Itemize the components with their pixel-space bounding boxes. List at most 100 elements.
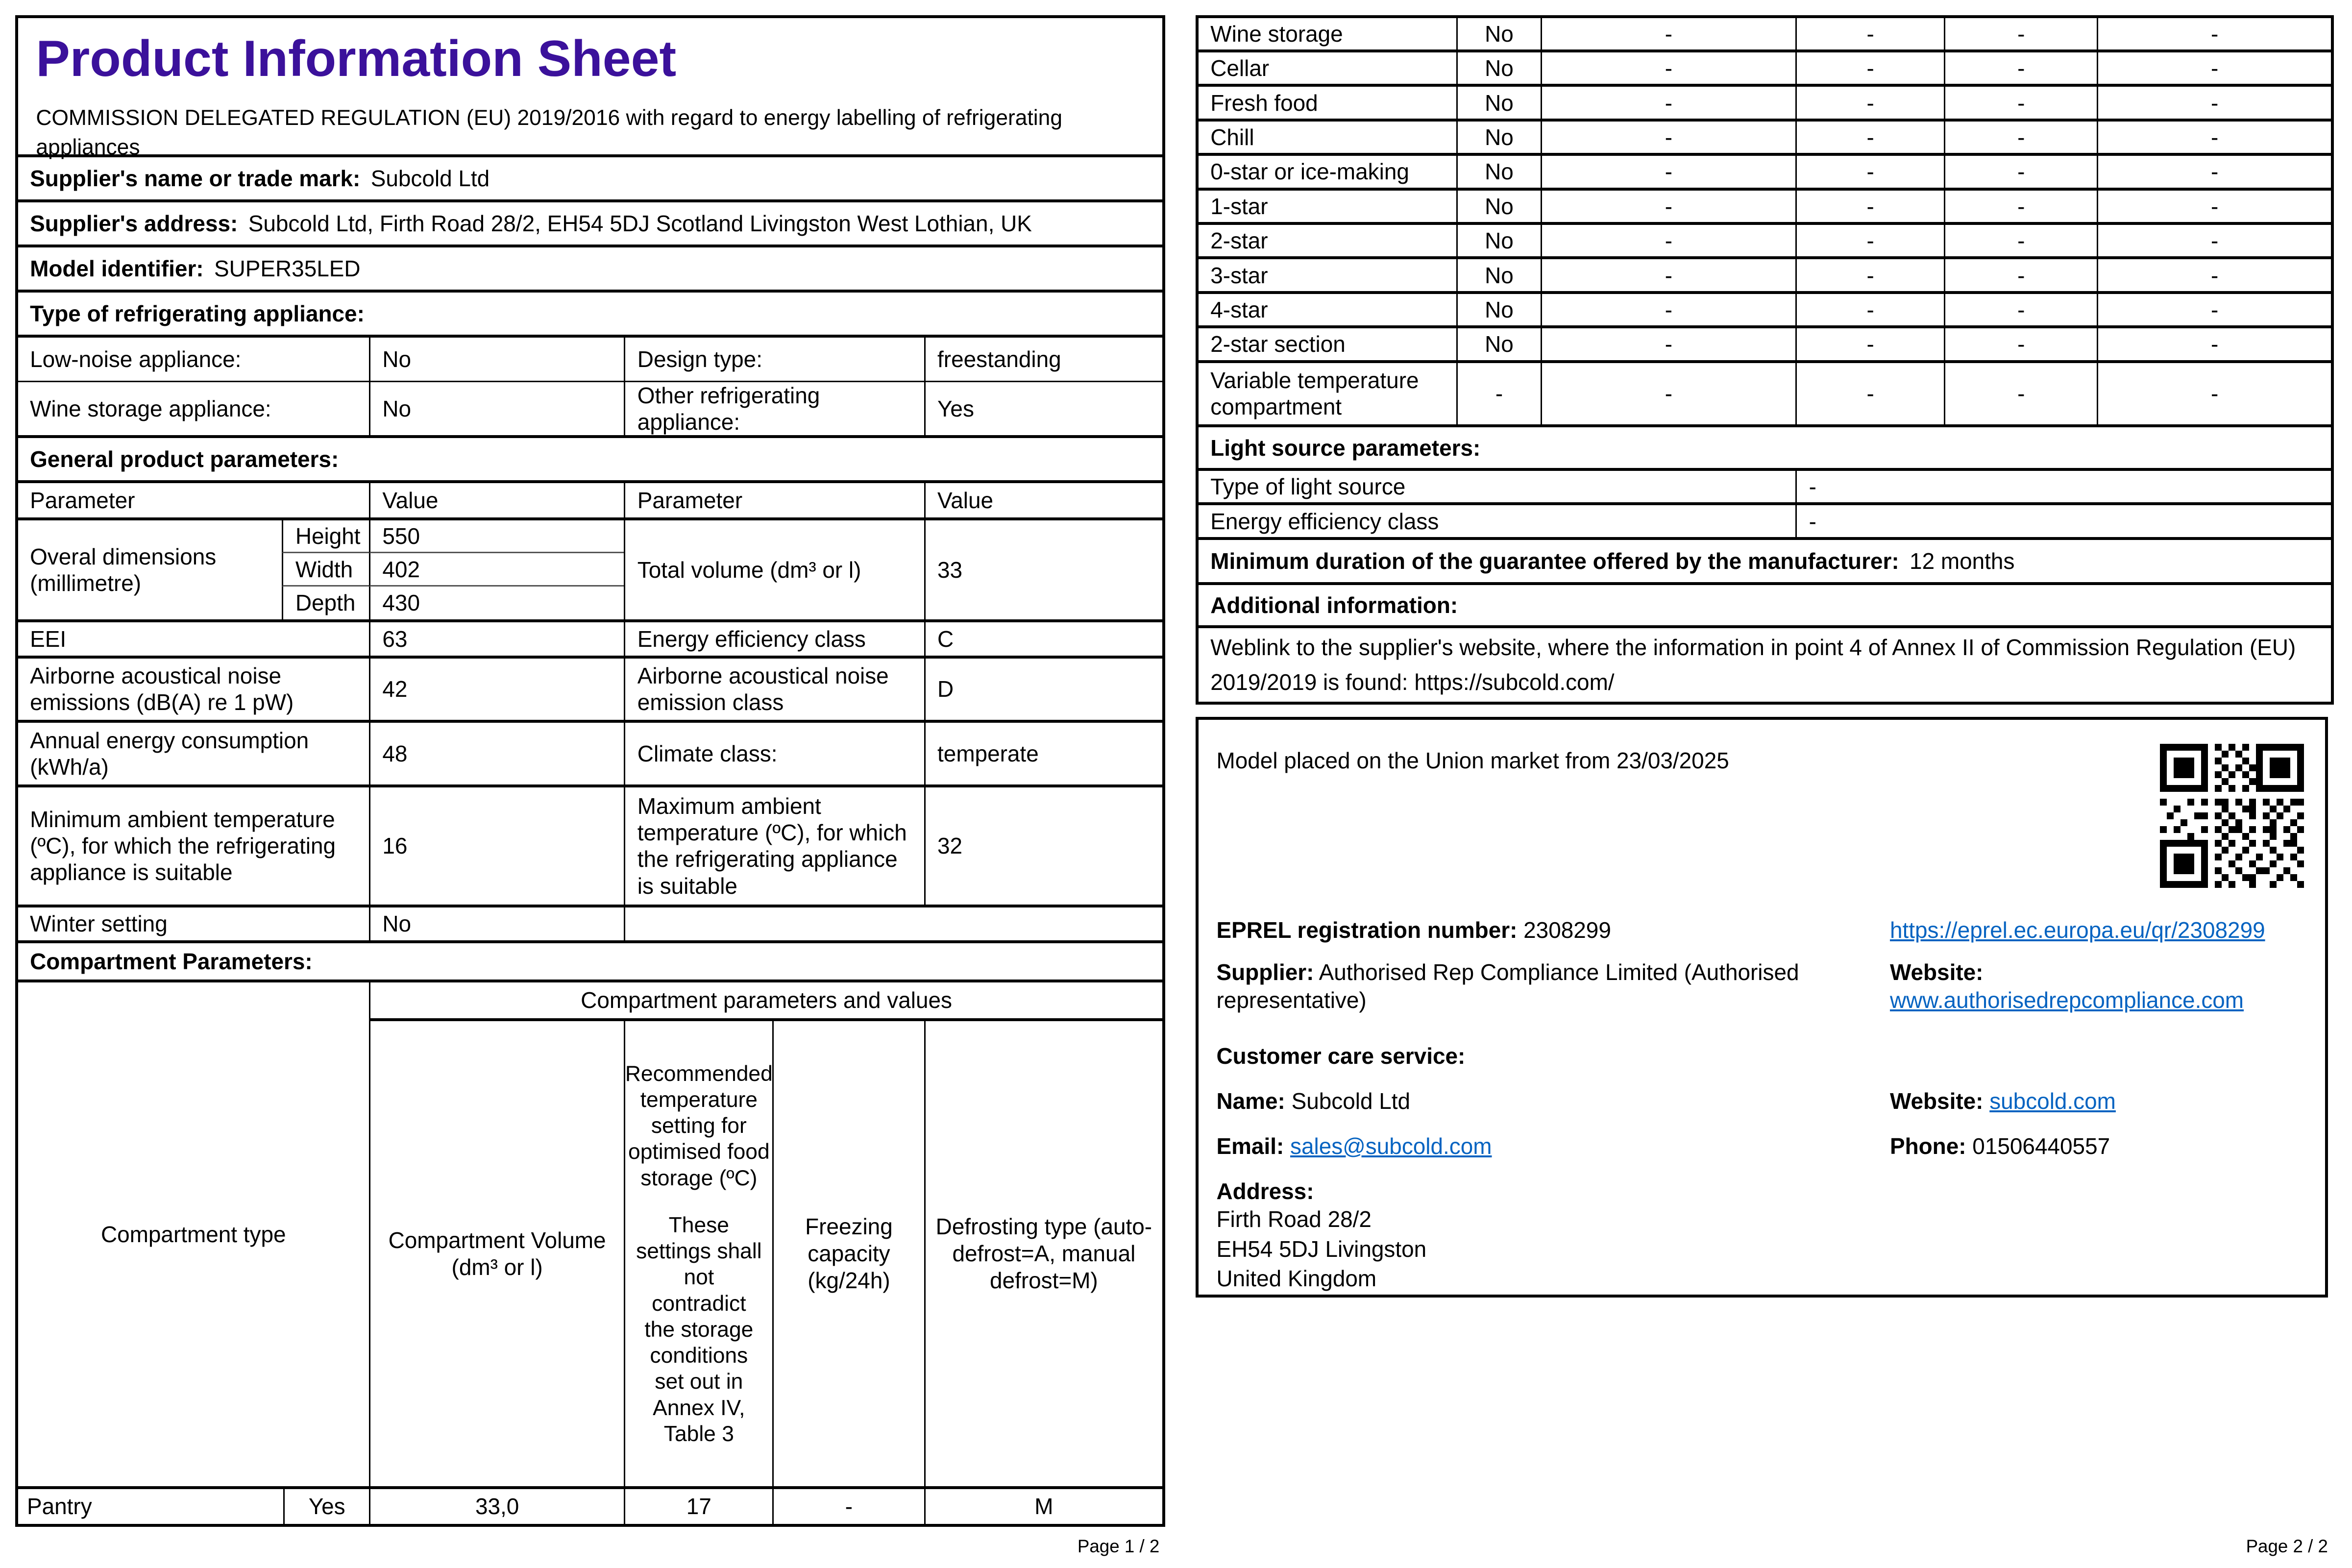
table-row-cellar: Cellar No - - - -	[1198, 52, 2331, 87]
column-header: Value	[924, 483, 1163, 518]
param-label: Maximum ambient temperature (ºC), for wh…	[624, 787, 924, 905]
value-dash: -	[1795, 225, 1944, 257]
compartment-name: Pantry	[18, 1486, 284, 1524]
param-header-row: Parameter Value Parameter Value	[18, 483, 1163, 521]
param-value: temperate	[924, 723, 1163, 784]
compartment-name: 1-star	[1210, 193, 1268, 219]
param-value: No	[368, 382, 624, 435]
param-label: Type of light source	[1210, 474, 1406, 500]
dimension-value: 430	[368, 586, 624, 620]
value-dash: -	[1944, 18, 2097, 50]
address-label: Address:	[1216, 1178, 1314, 1204]
compartment-present: No	[1456, 87, 1540, 119]
supplier-address-row: Supplier's address: Subcold Ltd, Firth R…	[18, 202, 1163, 247]
value-dash: -	[2097, 52, 2331, 84]
value-dash: -	[1795, 190, 1944, 222]
param-value: -	[1795, 505, 2331, 537]
compartment-present: No	[1456, 259, 1540, 291]
param-label: Total volume (dm³ or l)	[624, 520, 924, 620]
type-section-header: Type of refrigerating appliance:	[18, 293, 1163, 338]
supplier-name-label: Supplier's name or trade mark:	[30, 166, 361, 192]
supplier-website-link[interactable]: www.authorisedrepcompliance.com	[1890, 987, 2244, 1013]
value-dash: -	[1540, 294, 1795, 326]
param-label: Winter setting	[30, 911, 168, 937]
value-dash: -	[1944, 87, 2097, 119]
value-dash: -	[1795, 294, 1944, 326]
value-dash: -	[2097, 156, 2331, 188]
param-value: Yes	[924, 382, 1163, 435]
param-value: No	[368, 907, 624, 941]
title-block: Product Information Sheet COMMISSION DEL…	[18, 18, 1163, 159]
compartment-name: 4-star	[1210, 296, 1268, 322]
value-dash: -	[2097, 121, 2331, 153]
weblink-value: https://subcold.com/	[1414, 669, 1615, 695]
value-dash: -	[1540, 52, 1795, 84]
value-dash: -	[1795, 363, 1944, 425]
guarantee-value: 12 months	[1910, 548, 2015, 574]
care-name-row: Name: Subcold Ltd	[1217, 1087, 1411, 1115]
care-phone-row: Phone: 01506440557	[1890, 1132, 2110, 1160]
dimension-value: 402	[368, 553, 624, 587]
eprel-value: 2308299	[1523, 917, 1611, 943]
light-source-type-row: Type of light source -	[1198, 471, 2331, 506]
param-value: 42	[368, 658, 624, 720]
value-dash: -	[2097, 190, 2331, 222]
value-dash: -	[1540, 121, 1795, 153]
weblink-label: Weblink to the supplier's website, where…	[1210, 635, 2296, 695]
param-label: Airborne acoustical noise emission class	[624, 658, 924, 720]
supplier-address-label: Supplier's address:	[30, 211, 238, 237]
compartment-name: 3-star	[1210, 262, 1268, 288]
table-row-fresh-food: Fresh food No - - - -	[1198, 87, 2331, 122]
energy-row: Annual energy consumption (kWh/a) 48 Cli…	[18, 723, 1163, 787]
eprel-row: EPREL registration number: 2308299	[1217, 916, 1611, 944]
value-dash: -	[2097, 87, 2331, 119]
type-row-2: Wine storage appliance: No Other refrige…	[18, 382, 1163, 438]
compartment-present: No	[1456, 190, 1540, 222]
page-title: Product Information Sheet	[36, 30, 677, 88]
eprel-label: EPREL registration number:	[1216, 917, 1518, 943]
eei-row: EEI 63 Energy efficiency class C	[18, 622, 1163, 659]
value-dash: -	[1795, 52, 1944, 84]
eprel-link[interactable]: https://eprel.ec.europa.eu/qr/2308299	[1890, 916, 2265, 944]
supplier-rep-row: Supplier: Authorised Rep Compliance Limi…	[1217, 958, 1880, 1015]
value-dash: -	[1944, 363, 2097, 425]
value-dash: -	[1944, 225, 2097, 257]
dimension-name: Height	[282, 520, 369, 554]
table-row-2-star: 2-star No - - - -	[1198, 225, 2331, 260]
compartment-volume-header: Compartment Volume (dm³ or l)	[368, 1021, 624, 1487]
winter-setting-row: Winter setting No	[18, 907, 1163, 944]
param-label: Wine storage appliance:	[30, 395, 271, 421]
care-website-link[interactable]: subcold.com	[1989, 1088, 2116, 1114]
defrosting-type-header: Defrosting type (auto-defrost=A, manual …	[924, 1021, 1163, 1487]
compartment-name: 2-star section	[1210, 331, 1346, 357]
table-row-0-star: 0-star or ice-making No - - - -	[1198, 156, 2331, 191]
phone-label: Phone:	[1889, 1133, 1966, 1159]
compartment-name: 2-star	[1210, 228, 1268, 254]
value-dash: -	[1540, 18, 1795, 50]
value-dash: -	[1795, 156, 1944, 188]
param-label: Low-noise appliance:	[30, 346, 242, 372]
column-header: Parameter	[30, 487, 135, 513]
empty-cell	[624, 907, 1162, 941]
model-identifier-value: SUPER35LED	[214, 255, 361, 281]
value-dash: -	[1540, 363, 1795, 425]
value-dash: -	[1944, 156, 2097, 188]
care-email-row: Email: sales@subcold.com	[1217, 1132, 1492, 1160]
param-value: 16	[368, 787, 624, 905]
compartment-name: Chill	[1210, 124, 1254, 150]
table-row-1-star: 1-star No - - - -	[1198, 190, 2331, 225]
supplier-rep-label: Supplier:	[1216, 959, 1314, 985]
compartment-group-header: Compartment parameters and values	[368, 982, 1163, 1022]
table-row-3-star: 3-star No - - - -	[1198, 259, 2331, 294]
value-dash: -	[1540, 156, 1795, 188]
param-value: D	[924, 658, 1163, 720]
care-email-link[interactable]: sales@subcold.com	[1290, 1133, 1492, 1159]
phone-value: 01506440557	[1972, 1133, 2110, 1159]
compartment-present: No	[1456, 328, 1540, 360]
compartment-name: Fresh food	[1210, 90, 1318, 116]
value-dash: -	[1540, 259, 1795, 291]
qr-code	[2160, 744, 2304, 888]
compartment-present: Yes	[283, 1486, 369, 1524]
value-dash: -	[1540, 225, 1795, 257]
compartment-name: Wine storage	[1210, 21, 1343, 47]
